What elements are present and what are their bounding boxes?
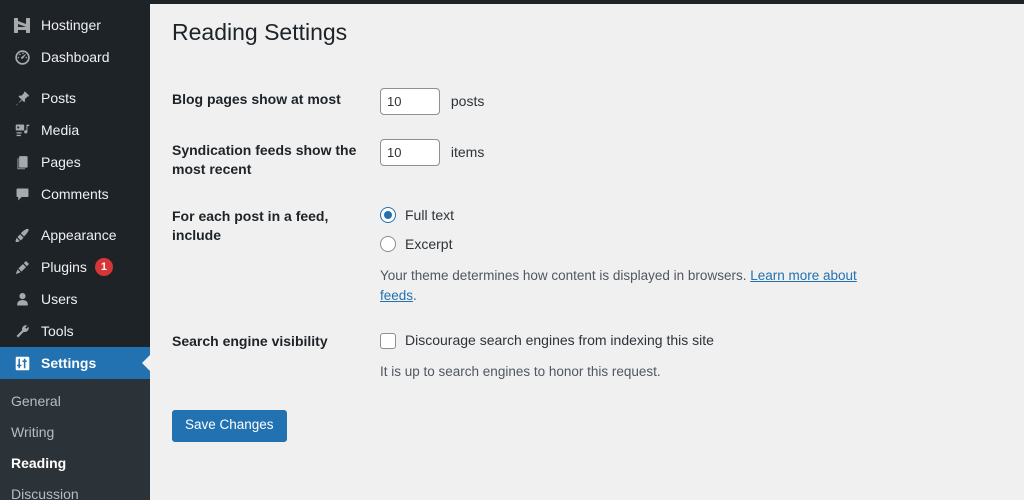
wrench-icon xyxy=(11,321,33,341)
sidebar-item-comments[interactable]: Comments xyxy=(0,178,150,210)
radio-option-excerpt[interactable]: Excerpt xyxy=(380,234,882,255)
checkbox-option-discourage[interactable]: Discourage search engines from indexing … xyxy=(380,330,882,351)
radio-option-full-text[interactable]: Full text xyxy=(380,205,882,226)
reading-settings-form: Blog pages show at most posts Syndicatio… xyxy=(172,76,892,395)
main-content: Reading Settings Blog pages show at most… xyxy=(150,4,1024,500)
sidebar-group-top: Hostinger Dashboard xyxy=(0,9,150,73)
page-title: Reading Settings xyxy=(172,19,348,45)
current-menu-arrow-icon xyxy=(142,355,150,371)
paintbrush-icon xyxy=(11,225,33,245)
sidebar-item-label: Plugins xyxy=(41,259,87,275)
sidebar-item-hostinger[interactable]: Hostinger xyxy=(0,9,150,41)
submenu-item-discussion[interactable]: Discussion xyxy=(0,479,150,500)
radio-excerpt-label: Excerpt xyxy=(405,235,453,252)
sidebar-item-label: Hostinger xyxy=(41,17,101,33)
form-row-syndication: Syndication feeds show the most recent i… xyxy=(172,127,892,193)
sidebar-group-content: Posts Media Pages Comments xyxy=(0,82,150,210)
blog-pages-input[interactable] xyxy=(380,87,440,115)
syndication-field-cell: items xyxy=(380,127,892,193)
sidebar-item-appearance[interactable]: Appearance xyxy=(0,219,150,251)
submenu-item-general[interactable]: General xyxy=(0,386,150,417)
media-icon xyxy=(11,120,33,140)
sidebar-top-spacer xyxy=(0,0,150,9)
sidebar-divider-1 xyxy=(0,73,150,82)
syndication-label: Syndication feeds show the most recent xyxy=(172,141,357,177)
sidebar-item-label: Posts xyxy=(41,90,77,106)
feed-description-text-before: Your theme determines how content is dis… xyxy=(380,267,751,283)
blog-pages-label: Blog pages show at most xyxy=(172,90,341,107)
form-row-search-visibility: Search engine visibility Discourage sear… xyxy=(172,318,892,394)
search-visibility-label: Search engine visibility xyxy=(172,333,328,350)
sidebar-item-label: Dashboard xyxy=(41,49,110,65)
sidebar-item-label: Comments xyxy=(41,186,109,202)
radio-excerpt-icon[interactable] xyxy=(380,236,396,253)
submenu-item-reading[interactable]: Reading xyxy=(0,448,150,479)
discourage-search-engines-label: Discourage search engines from indexing … xyxy=(405,332,714,349)
feed-include-label: For each post in a feed, include xyxy=(172,207,329,243)
sidebar-item-label: Users xyxy=(41,291,78,307)
sidebar-item-label: Settings xyxy=(41,355,97,371)
save-changes-button[interactable]: Save Changes xyxy=(172,410,287,443)
sidebar-item-plugins[interactable]: Plugins 1 xyxy=(0,251,150,283)
syndication-unit: items xyxy=(450,143,485,160)
form-row-blog-pages: Blog pages show at most posts xyxy=(172,76,892,127)
comment-bubble-icon xyxy=(11,184,33,204)
sidebar-item-pages[interactable]: Pages xyxy=(0,146,150,178)
search-visibility-description: It is up to search engines to honor this… xyxy=(380,364,661,380)
plugins-update-badge: 1 xyxy=(94,258,113,276)
dashboard-gauge-icon xyxy=(11,47,33,67)
plug-icon xyxy=(11,257,33,277)
wp-admin-screen: Hostinger Dashboard Posts Media Pages Co… xyxy=(0,0,1024,500)
sidebar-item-label: Pages xyxy=(41,154,81,170)
sidebar-item-label: Appearance xyxy=(41,227,117,243)
hostinger-logo-icon xyxy=(11,15,33,35)
feed-description-text-after: . xyxy=(413,287,417,303)
blog-pages-field-cell: posts xyxy=(380,76,892,127)
sidebar-group-admin: Appearance Plugins 1 Users Tools Setting… xyxy=(0,219,150,379)
settings-sliders-icon xyxy=(11,353,33,373)
sidebar-item-label: Media xyxy=(41,122,80,138)
admin-sidebar: Hostinger Dashboard Posts Media Pages Co… xyxy=(0,0,150,500)
form-row-feed-include: For each post in a feed, include Full te… xyxy=(172,193,892,319)
settings-submenu: General Writing Reading Discussion xyxy=(0,379,150,500)
sidebar-item-tools[interactable]: Tools xyxy=(0,315,150,347)
feed-include-field-cell: Full text Excerpt Your theme determines … xyxy=(380,193,892,319)
sidebar-divider-2 xyxy=(0,210,150,219)
blog-pages-unit: posts xyxy=(450,92,485,109)
search-visibility-field-cell: Discourage search engines from indexing … xyxy=(380,318,892,394)
user-icon xyxy=(11,289,33,309)
radio-full-text-label: Full text xyxy=(405,206,455,223)
sidebar-item-posts[interactable]: Posts xyxy=(0,82,150,114)
radio-full-text-icon[interactable] xyxy=(380,207,396,224)
sidebar-item-users[interactable]: Users xyxy=(0,283,150,315)
pin-icon xyxy=(11,88,33,108)
sidebar-item-dashboard[interactable]: Dashboard xyxy=(0,41,150,73)
sidebar-item-media[interactable]: Media xyxy=(0,114,150,146)
feed-include-description: Your theme determines how content is dis… xyxy=(380,266,882,307)
sidebar-item-settings[interactable]: Settings xyxy=(0,347,150,379)
discourage-search-engines-checkbox[interactable] xyxy=(380,332,396,349)
pages-icon xyxy=(11,152,33,172)
submenu-item-writing[interactable]: Writing xyxy=(0,417,150,448)
syndication-input[interactable] xyxy=(380,138,440,166)
sidebar-item-label: Tools xyxy=(41,323,74,339)
